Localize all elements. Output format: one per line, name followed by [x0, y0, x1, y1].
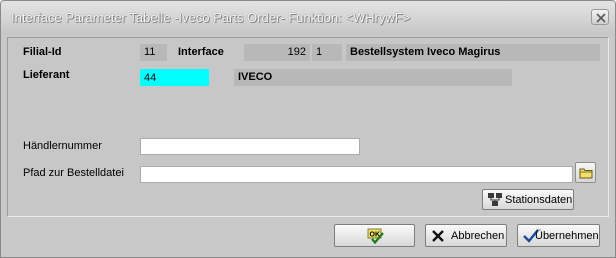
apply-button[interactable]: Übernehmen — [517, 224, 600, 247]
network-icon — [488, 193, 502, 206]
haendlernummer-label: Händlernummer — [23, 140, 102, 152]
browse-folder-button[interactable] — [575, 162, 596, 183]
ok-button[interactable]: OK — [334, 224, 415, 247]
apply-label: Übernehmen — [535, 230, 599, 242]
lieferant-label: Lieferant — [23, 69, 70, 81]
close-icon — [596, 13, 606, 23]
dialog-window: Interface Parameter Tabelle -Iveco Parts… — [0, 0, 616, 258]
interface-number-field: 192 — [244, 44, 310, 61]
filial-id-label: Filial-Id — [23, 46, 62, 58]
cancel-label: Abbrechen — [451, 230, 505, 242]
pfad-input[interactable] — [140, 166, 573, 183]
lieferant-input[interactable] — [140, 69, 209, 86]
stationsdaten-label: Stationsdaten — [505, 194, 573, 206]
lieferant-name-field: IVECO — [234, 69, 512, 86]
folder-icon — [579, 168, 593, 179]
interface-name-field: Bestellsystem Iveco Magirus — [346, 44, 600, 61]
stationsdaten-button[interactable]: Stationsdaten — [482, 189, 574, 210]
interface-index-field: 1 — [312, 44, 342, 61]
interface-label: Interface — [178, 46, 224, 58]
haendlernummer-input[interactable] — [140, 138, 360, 155]
pfad-label: Pfad zur Bestelldatei — [23, 167, 124, 179]
close-button[interactable] — [591, 9, 609, 25]
filial-id-field: 11 — [140, 44, 167, 61]
cancel-button[interactable]: Abbrechen — [425, 224, 507, 247]
title-bar[interactable]: Interface Parameter Tabelle -Iveco Parts… — [1, 1, 615, 35]
x-icon — [432, 230, 444, 242]
window-title: Interface Parameter Tabelle -Iveco Parts… — [11, 10, 411, 25]
ok-icon: OK — [367, 228, 384, 244]
